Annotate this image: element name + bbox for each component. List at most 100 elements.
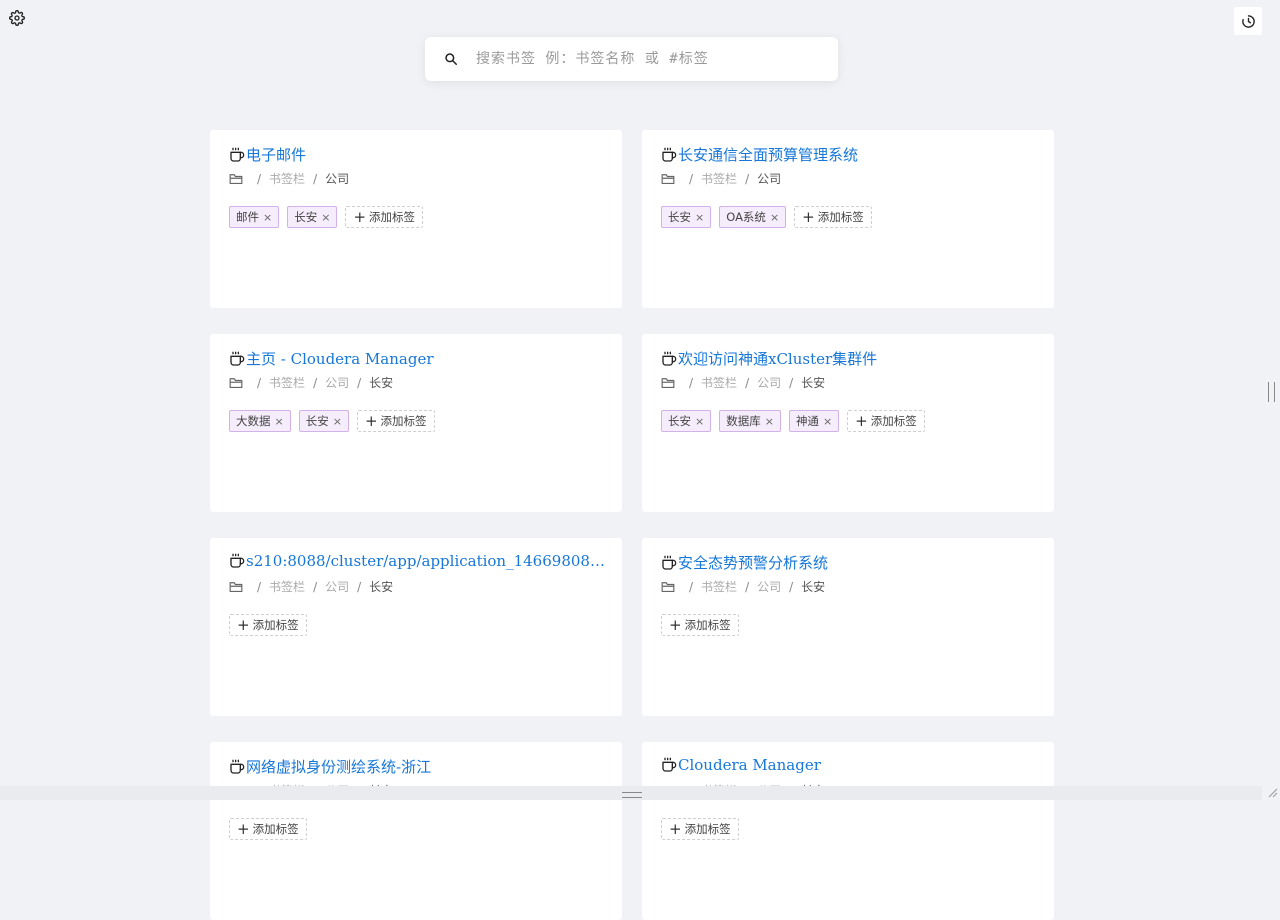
- add-tag-button[interactable]: + 添加标签: [661, 818, 739, 840]
- bookmark-link[interactable]: 长安通信全面预算管理系统: [678, 144, 858, 165]
- add-tag-button[interactable]: + 添加标签: [356, 410, 435, 432]
- add-tag-button[interactable]: + 添加标签: [847, 410, 925, 432]
- tag-list: + 添加标签: [661, 614, 739, 636]
- breadcrumb-separator: /: [789, 375, 794, 390]
- tag-label: 长安: [668, 414, 691, 428]
- tag-chip[interactable]: 长安 ×: [287, 206, 338, 228]
- remove-tag-icon[interactable]: ×: [263, 211, 272, 224]
- plus-icon: +: [237, 819, 250, 838]
- breadcrumb-item[interactable]: 公司: [757, 170, 781, 187]
- breadcrumb-separator: /: [689, 375, 694, 390]
- search-input[interactable]: [474, 43, 818, 75]
- breadcrumb-separator: /: [745, 375, 750, 390]
- add-tag-button[interactable]: + 添加标签: [345, 206, 424, 228]
- tag-label: 长安: [305, 414, 329, 428]
- breadcrumb-item[interactable]: 书签栏: [701, 578, 737, 595]
- tag-chip[interactable]: 大数据 ×: [229, 410, 291, 432]
- add-tag-button[interactable]: + 添加标签: [661, 614, 739, 636]
- breadcrumb-item[interactable]: 长安: [801, 374, 825, 391]
- tag-label: 神通: [795, 414, 819, 428]
- add-tag-label: 添加标签: [684, 822, 731, 836]
- folder-icon: [229, 581, 243, 593]
- tag-label: 大数据: [236, 414, 271, 428]
- bookmark-link[interactable]: 主页 - Cloudera Manager: [246, 348, 434, 369]
- tag-chip[interactable]: 长安 ×: [661, 410, 712, 432]
- plus-icon: +: [237, 615, 250, 634]
- tag-chip[interactable]: 长安 ×: [298, 410, 349, 432]
- folder-icon: [661, 377, 675, 389]
- bookmark-card: Cloudera Manager/书签栏/公司/长安+添加标签: [642, 742, 1054, 920]
- history-button[interactable]: [1234, 7, 1262, 35]
- remove-tag-icon[interactable]: ×: [321, 211, 330, 224]
- right-resize-handle[interactable]: [1268, 382, 1275, 402]
- remove-tag-icon[interactable]: ×: [770, 211, 779, 224]
- tag-list: 邮件 × 长安 × + 添加标签: [229, 206, 424, 228]
- add-tag-button[interactable]: + 添加标签: [229, 818, 307, 840]
- add-tag-label: 添加标签: [870, 414, 917, 428]
- card-title: 安全态势预警分析系统: [661, 552, 1038, 573]
- tag-label: 长安: [294, 210, 318, 224]
- breadcrumb-item[interactable]: 公司: [757, 578, 781, 595]
- add-tag-button[interactable]: + 添加标签: [229, 614, 307, 636]
- history-clock-icon: [1241, 14, 1255, 28]
- breadcrumb-item[interactable]: 书签栏: [701, 170, 737, 187]
- bookmark-link[interactable]: Cloudera Manager: [678, 756, 821, 774]
- breadcrumb-item[interactable]: 书签栏: [269, 374, 305, 391]
- folder-icon: [229, 377, 243, 389]
- bookmark-link[interactable]: 电子邮件: [246, 144, 306, 165]
- tag-list: 长安 × OA系统 × + 添加标签: [661, 206, 872, 228]
- breadcrumb-separator: /: [313, 579, 318, 594]
- breadcrumb: / 书签栏 / 公司 / 长安: [229, 374, 393, 391]
- remove-tag-icon[interactable]: ×: [695, 211, 704, 224]
- tag-chip[interactable]: 邮件 ×: [229, 206, 280, 228]
- bookmark-card: 长安通信全面预算管理系统 / 书签栏 / 公司长安 × OA系统 × + 添加标签: [642, 130, 1054, 308]
- tag-label: 数据库: [726, 414, 761, 428]
- remove-tag-icon[interactable]: ×: [765, 415, 774, 428]
- bookmark-link[interactable]: s210:8088/cluster/app/application_146698…: [246, 552, 606, 570]
- card-title: 欢迎访问神通xCluster集群件: [661, 348, 1038, 369]
- search-icon: [445, 53, 458, 66]
- breadcrumb-item[interactable]: 书签栏: [269, 170, 305, 187]
- plus-icon: +: [855, 411, 868, 430]
- breadcrumb-item[interactable]: 书签栏: [269, 578, 305, 595]
- plus-icon: +: [802, 207, 815, 226]
- bookmark-link[interactable]: 安全态势预警分析系统: [678, 552, 828, 573]
- remove-tag-icon[interactable]: ×: [695, 415, 704, 428]
- settings-button[interactable]: [9, 10, 25, 26]
- coffee-cup-icon: [229, 147, 245, 163]
- coffee-cup-icon: [661, 555, 677, 571]
- tag-chip[interactable]: 数据库 ×: [719, 410, 781, 432]
- bottom-resize-handle[interactable]: [622, 792, 642, 798]
- tag-chip[interactable]: 长安 ×: [661, 206, 712, 228]
- bookmark-link[interactable]: 网络虚拟身份测绘系统-浙江: [246, 756, 431, 777]
- coffee-cup-icon: [229, 553, 245, 569]
- plus-icon: +: [669, 615, 682, 634]
- folder-icon: [661, 581, 675, 593]
- resize-grip-icon[interactable]: [1266, 786, 1278, 798]
- tag-chip[interactable]: 神通 ×: [788, 410, 840, 432]
- breadcrumb-item[interactable]: 长安: [369, 374, 393, 391]
- gear-icon: [9, 10, 25, 26]
- breadcrumb-item[interactable]: 公司: [325, 374, 349, 391]
- remove-tag-icon[interactable]: ×: [275, 415, 284, 428]
- tag-list: + 添加标签: [661, 818, 739, 840]
- breadcrumb-item[interactable]: 长安: [369, 578, 393, 595]
- breadcrumb-item[interactable]: 公司: [325, 578, 349, 595]
- bookmark-link[interactable]: 欢迎访问神通xCluster集群件: [678, 348, 877, 369]
- tag-chip[interactable]: OA系统 ×: [719, 206, 787, 228]
- breadcrumb-item[interactable]: 长安: [801, 578, 825, 595]
- tag-list: + 添加标签: [229, 614, 307, 636]
- folder-icon: [661, 173, 675, 185]
- card-title: Cloudera Manager: [661, 756, 1038, 774]
- breadcrumb-item[interactable]: 公司: [325, 170, 349, 187]
- coffee-cup-icon: [661, 147, 677, 163]
- breadcrumb-item[interactable]: 书签栏: [701, 374, 737, 391]
- breadcrumb: / 书签栏 / 公司 / 长安: [229, 578, 393, 595]
- breadcrumb: / 书签栏 / 公司: [661, 170, 781, 187]
- remove-tag-icon[interactable]: ×: [333, 415, 342, 428]
- breadcrumb-separator: /: [257, 579, 262, 594]
- remove-tag-icon[interactable]: ×: [823, 415, 832, 428]
- card-title: 长安通信全面预算管理系统: [661, 144, 1038, 165]
- breadcrumb-item[interactable]: 公司: [757, 374, 781, 391]
- add-tag-button[interactable]: + 添加标签: [794, 206, 872, 228]
